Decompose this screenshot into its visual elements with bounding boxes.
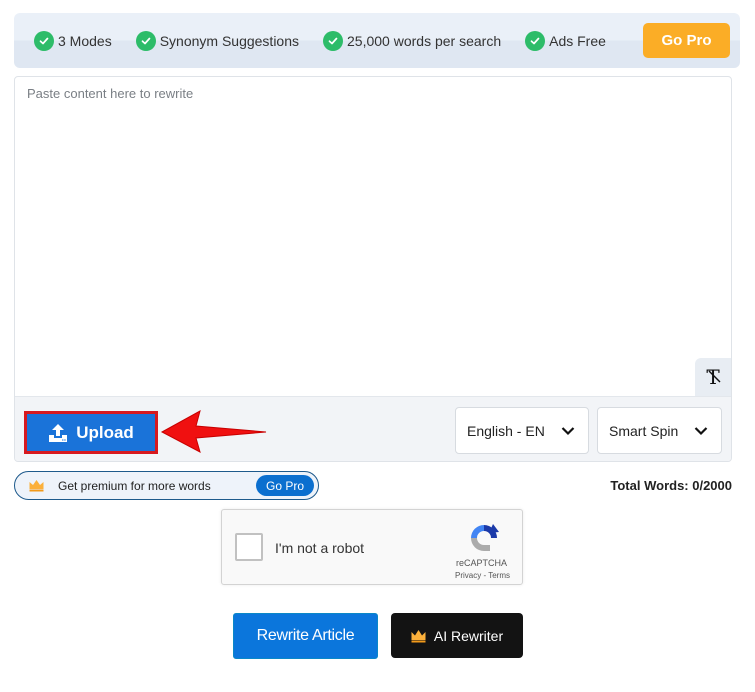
clear-formatting-icon: T xyxy=(706,365,721,389)
language-select[interactable]: English - EN xyxy=(455,407,589,454)
chevron-down-icon xyxy=(561,426,575,435)
upload-icon xyxy=(49,423,68,442)
red-arrow-annotation xyxy=(160,409,267,453)
feature-item: Synonym Suggestions xyxy=(135,30,300,51)
premium-text: Get premium for more words xyxy=(58,478,211,493)
rewrite-article-button[interactable]: Rewrite Article xyxy=(233,613,378,659)
go-pro-button[interactable]: Go Pro xyxy=(643,23,730,58)
recaptcha-logo-icon xyxy=(471,524,499,551)
clear-formatting-button[interactable]: T xyxy=(695,358,731,396)
crown-icon xyxy=(29,480,44,492)
terms-link[interactable]: Terms xyxy=(488,571,510,580)
feature-item: Ads Free xyxy=(525,30,606,51)
word-count: Total Words: 0/2000 xyxy=(610,478,732,493)
crown-icon xyxy=(411,629,426,642)
recaptcha-label: I'm not a robot xyxy=(275,540,365,556)
chevron-down-icon xyxy=(694,426,708,435)
features-bar: 3 Modes Synonym Suggestions 25,000 words… xyxy=(14,13,740,68)
feature-item: 3 Modes xyxy=(34,30,112,51)
feature-label: Ads Free xyxy=(549,32,606,49)
content-input[interactable] xyxy=(15,77,731,397)
check-circle-icon xyxy=(323,30,344,51)
check-circle-icon xyxy=(135,30,156,51)
recaptcha-brand: reCAPTCHA xyxy=(456,558,508,568)
privacy-link[interactable]: Privacy xyxy=(455,571,481,580)
mode-select[interactable]: Smart Spin xyxy=(597,407,722,454)
ai-rewriter-button[interactable]: AI Rewriter xyxy=(391,613,523,658)
ai-rewriter-label: AI Rewriter xyxy=(433,627,504,644)
language-select-value: English - EN xyxy=(467,422,545,439)
recaptcha-checkbox[interactable] xyxy=(235,533,263,561)
feature-label: 3 Modes xyxy=(58,32,112,49)
upload-button[interactable]: Upload xyxy=(24,411,158,454)
upload-label: Upload xyxy=(76,422,134,442)
premium-banner: Get premium for more words Go Pro xyxy=(14,471,319,500)
feature-item: 25,000 words per search xyxy=(323,30,502,51)
editor-panel: T Upload English - EN Smart Spin xyxy=(14,76,732,462)
mode-select-value: Smart Spin xyxy=(609,422,679,439)
recaptcha-links: Privacy - Terms xyxy=(455,571,510,580)
feature-label: Synonym Suggestions xyxy=(159,32,300,49)
editor-toolbar: Upload English - EN Smart Spin xyxy=(15,396,731,461)
check-circle-icon xyxy=(525,30,546,51)
feature-label: 25,000 words per search xyxy=(347,32,502,49)
premium-go-pro-button[interactable]: Go Pro xyxy=(256,475,314,496)
check-circle-icon xyxy=(34,30,54,51)
recaptcha-widget: I'm not a robot reCAPTCHA Privacy - Term… xyxy=(221,509,523,585)
